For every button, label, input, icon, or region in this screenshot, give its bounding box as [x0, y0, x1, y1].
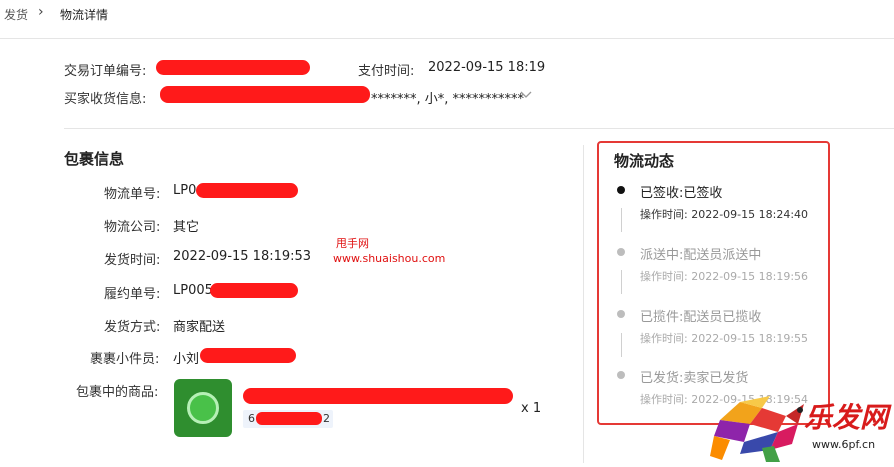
pay-time-label: 支付时间: [358, 64, 415, 79]
header-divider [0, 38, 894, 39]
sku-end: 2 [323, 412, 330, 425]
fulfil-no-label: 履约单号: [104, 287, 161, 302]
order-divider [64, 128, 894, 129]
product-image-icon [187, 392, 219, 424]
tracking-title: 物流动态 [614, 152, 675, 170]
buyer-info-tail: *******, 小*, *********** [371, 92, 525, 107]
goods-label: 包裹中的商品: [76, 385, 159, 400]
tracking-event-status: 派送中:配送员派送中 [640, 248, 762, 263]
fulfil-no-prefix: LP005 [173, 283, 213, 298]
logo-url: www.6pf.cn [812, 438, 876, 451]
tracking-event-time: 操作时间: 2022-09-15 18:19:55 [640, 332, 809, 345]
tracking-event-time: 操作时间: 2022-09-15 18:19:56 [640, 270, 809, 283]
breadcrumb-current: 物流详情 [60, 8, 109, 22]
event-dot-active [617, 186, 625, 194]
timeline-connector [621, 270, 622, 294]
ship-time-value: 2022-09-15 18:19:53 [173, 249, 312, 264]
logo-text: 乐发网 [804, 401, 889, 434]
courier-label: 裹裹小件员: [90, 352, 160, 367]
quantity-value: x 1 [521, 401, 542, 416]
product-name-redaction [243, 388, 513, 404]
watermark-line2: www.shuaishou.com [333, 252, 446, 265]
courier-value: 小刘 [173, 352, 200, 367]
timeline-connector [621, 333, 622, 357]
courier-redaction [200, 348, 296, 363]
ship-time-label: 发货时间: [104, 253, 161, 268]
timeline-connector [621, 208, 622, 232]
carrier-label: 物流公司: [104, 220, 161, 235]
sku-start: 6 [248, 412, 255, 425]
product-thumbnail[interactable] [174, 379, 232, 437]
order-no-label: 交易订单编号: [64, 64, 147, 79]
tracking-event-status: 已发货:卖家已发货 [640, 371, 749, 386]
event-dot [617, 371, 625, 379]
logo-animal-icon [710, 396, 804, 462]
tracking-event-status: 已签收:已签收 [640, 186, 723, 201]
event-dot [617, 310, 625, 318]
chevron-right-icon: › [38, 4, 44, 20]
carrier-value: 其它 [173, 220, 200, 235]
watermark-line1: 甩手网 [336, 237, 369, 250]
fulfil-no-redaction [210, 283, 298, 298]
chevron-down-icon[interactable] [518, 86, 534, 100]
ship-method-value: 商家配送 [173, 320, 226, 335]
sku-redaction [256, 412, 322, 425]
order-no-redaction [156, 60, 310, 75]
site-logo: 乐发网 www.6pf.cn [700, 390, 894, 463]
tracking-event-status: 已揽件:配送员已揽收 [640, 310, 762, 325]
ship-method-label: 发货方式: [104, 320, 161, 335]
pay-time-value: 2022-09-15 18:19 [428, 60, 546, 75]
tracking-no-label: 物流单号: [104, 187, 161, 202]
column-divider [583, 145, 584, 463]
event-dot [617, 248, 625, 256]
buyer-info-label: 买家收货信息: [64, 92, 147, 107]
buyer-info-redaction [160, 86, 370, 103]
tracking-no-prefix: LP0 [173, 183, 197, 198]
tracking-event-time: 操作时间: 2022-09-15 18:24:40 [640, 208, 809, 221]
breadcrumb-parent[interactable]: 发货 [4, 6, 28, 23]
tracking-no-redaction [196, 183, 298, 198]
package-section-title: 包裹信息 [64, 150, 125, 168]
